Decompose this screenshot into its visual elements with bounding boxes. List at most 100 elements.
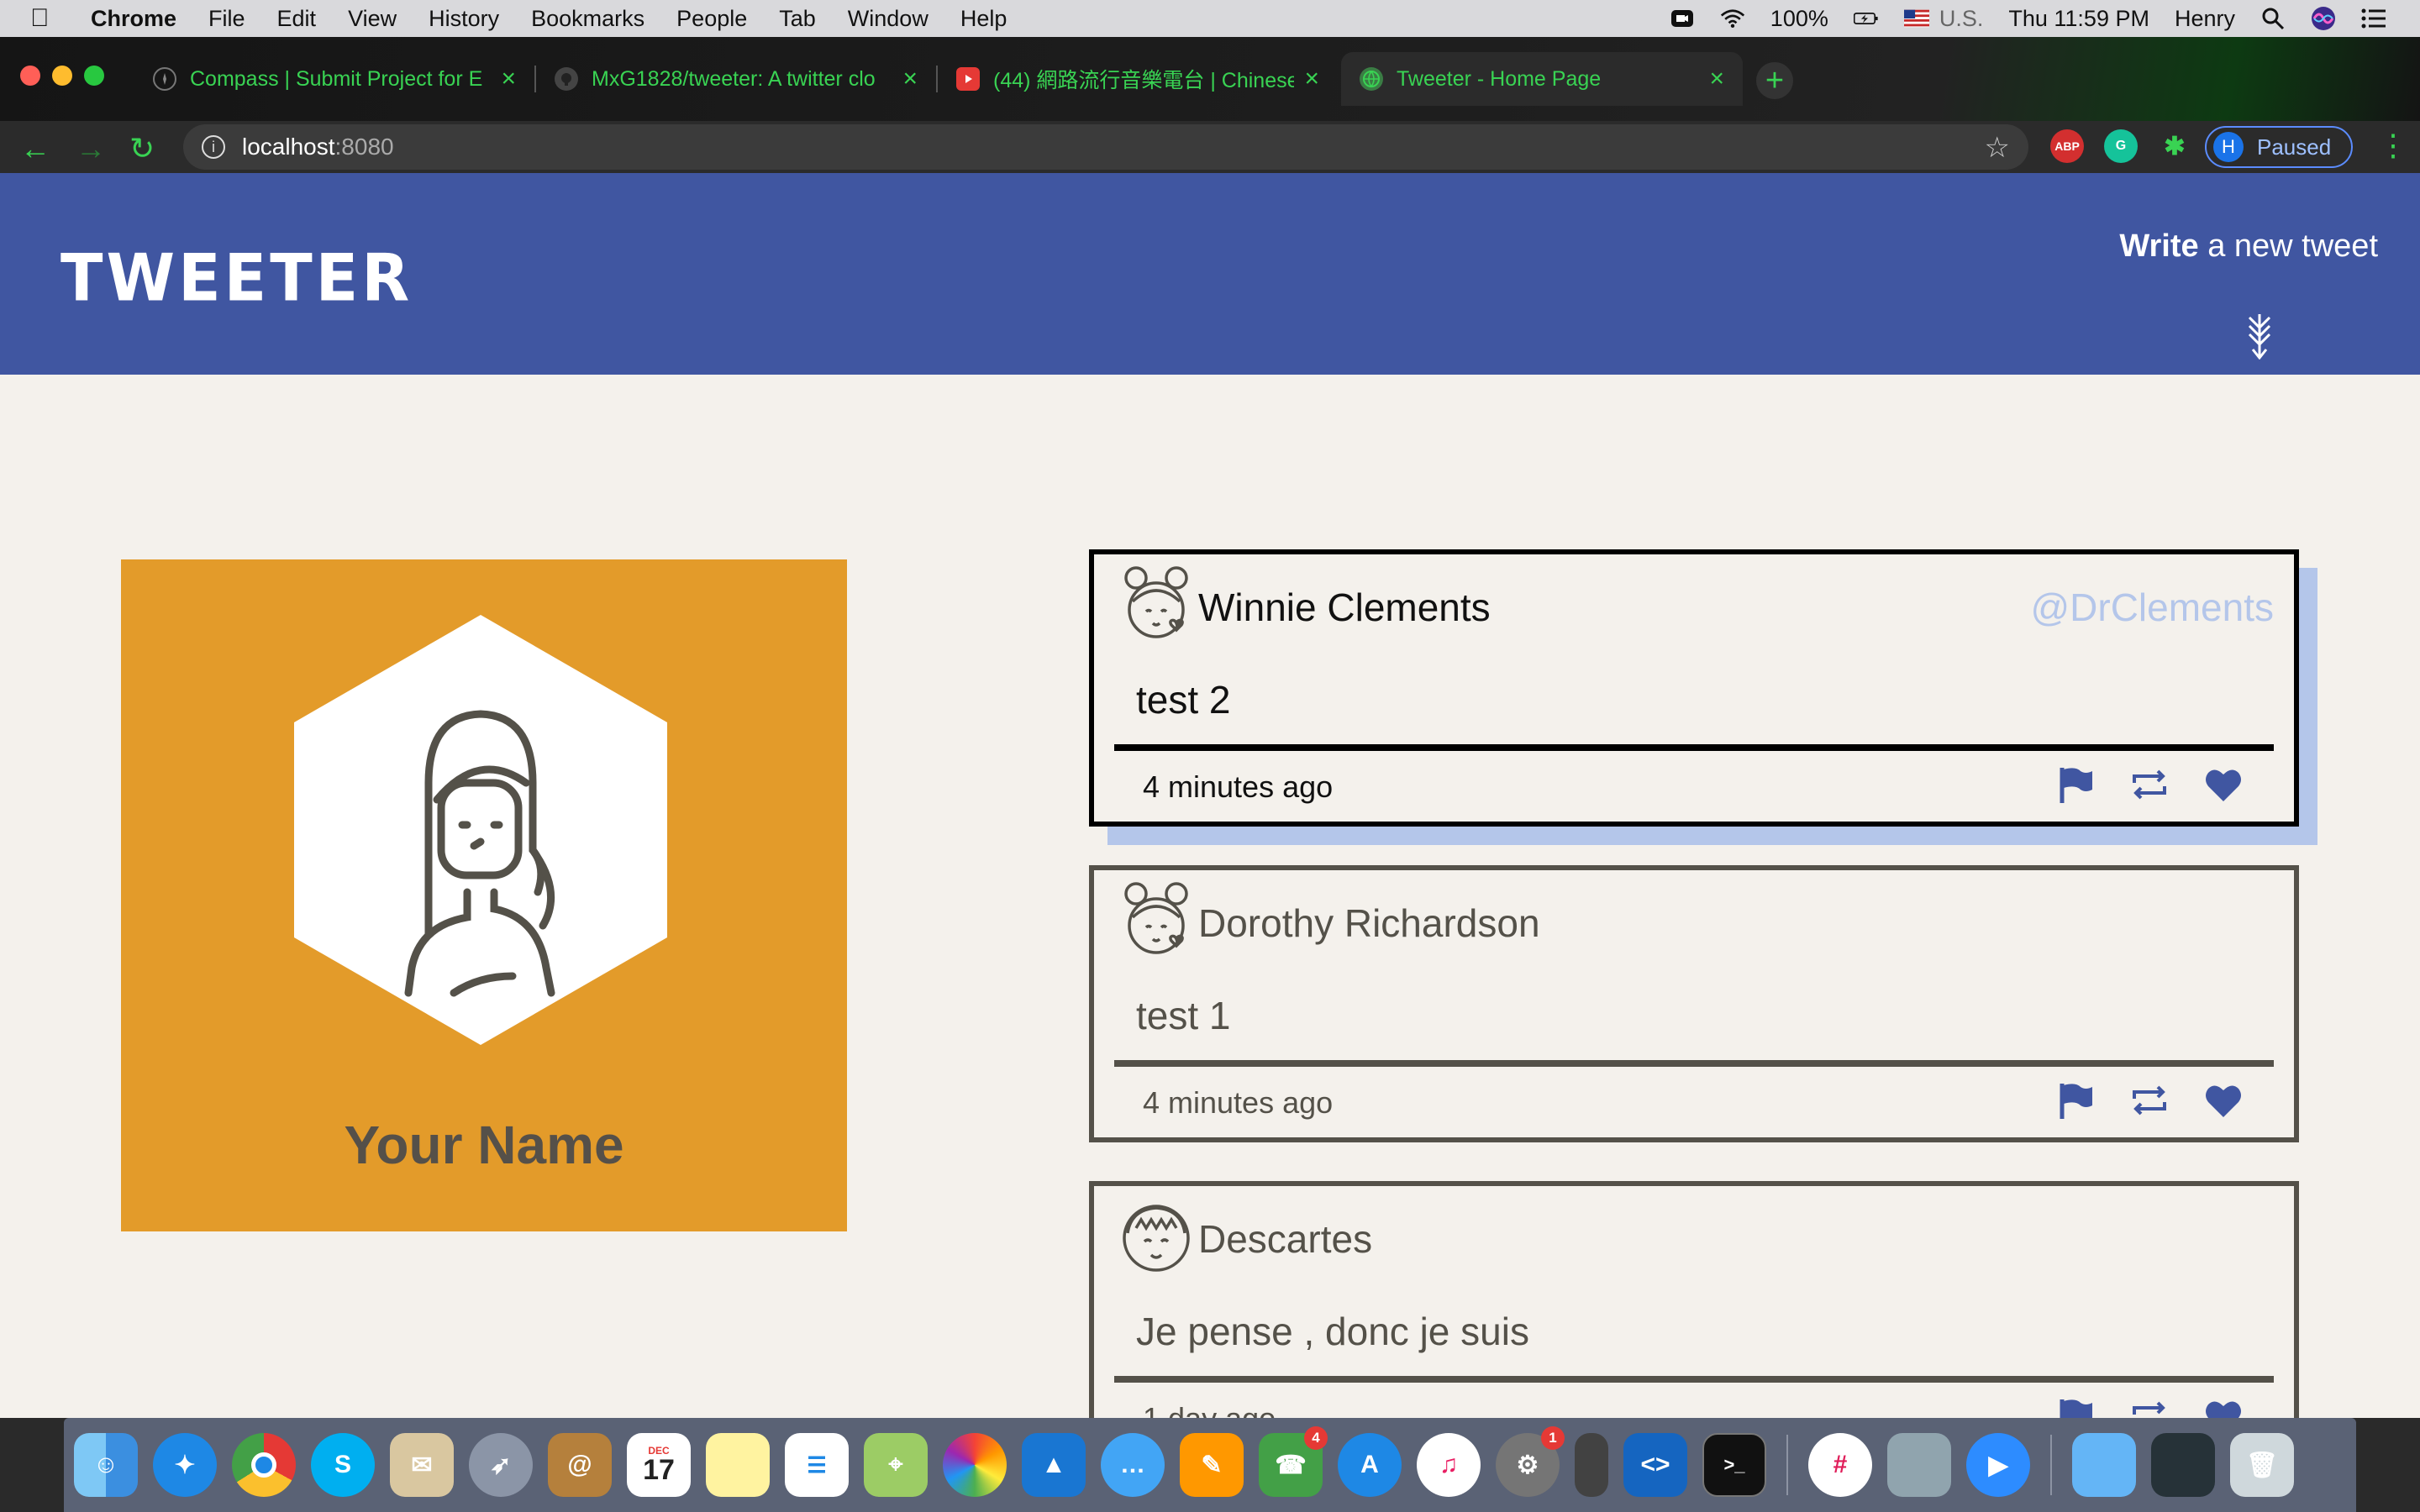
menu-history[interactable]: History [429,6,499,32]
double-chevron-down-arrow-icon[interactable] [2245,312,2274,360]
retweet-icon[interactable] [2129,764,2170,805]
wifi-icon[interactable] [1720,6,1745,31]
tweet-card[interactable]: Winnie Clements @DrClements test 2 4 min… [1089,549,2299,827]
dock-finder-icon[interactable]: ☺ [74,1433,138,1497]
dock-itunes-icon[interactable]: ♫ [1417,1433,1481,1497]
close-tab-icon[interactable]: × [501,65,516,93]
retweet-icon[interactable] [2129,1396,2170,1418]
menu-view[interactable]: View [348,6,397,32]
site-brand[interactable]: TWEETER [60,240,413,316]
dock-screenshots-stack-icon[interactable] [2151,1433,2215,1497]
menu-user[interactable]: Henry [2175,6,2235,32]
menu-people[interactable]: People [676,6,747,32]
tweet-author-name: Dorothy Richardson [1198,901,1540,945]
youtube-favicon-icon [956,67,980,91]
dock-calendar-icon[interactable]: DEC 17 [627,1433,691,1497]
profile-paused-button[interactable]: H Paused [2205,126,2353,168]
minimize-window-button[interactable] [52,66,72,86]
dock-messages-icon[interactable]: … [1101,1433,1165,1497]
dock-chrome-icon[interactable] [232,1433,296,1497]
dock-maps-icon[interactable]: ⌖ [864,1433,928,1497]
macos-dock: ☺ ✦ S ✉ ➶ @ DEC 17 ☰ ⌖ ▲ … ✎ ☎ 4 A ♫ ⚙ 1 <>… [64,1418,2356,1512]
menu-file[interactable]: File [208,6,245,32]
tab-tweeter-active[interactable]: Tweeter - Home Page × [1341,52,1743,106]
tab-youtube[interactable]: (44) 網路流行音樂電台 | Chinese × [938,52,1338,106]
tweet-card[interactable]: Dorothy Richardson test 1 4 minutes ago [1089,865,2299,1142]
menu-help[interactable]: Help [960,6,1007,32]
menu-bookmarks[interactable]: Bookmarks [531,6,644,32]
tab-title: MxG1828/tweeter: A twitter clo [592,66,876,91]
dock-contacts-icon[interactable]: @ [548,1433,612,1497]
chrome-menu-icon[interactable]: ⋮ [2378,128,2408,163]
dock-trash-icon[interactable]: 🗑 [2230,1433,2294,1497]
dock-preview-icon[interactable] [1887,1433,1951,1497]
menu-window[interactable]: Window [848,6,929,32]
tweet-author-name: Descartes [1198,1217,1373,1261]
spotlight-search-icon[interactable] [2260,6,2286,31]
user-avatar-icon [1124,566,1188,638]
grammarly-extension-icon[interactable]: G [2104,129,2138,163]
close-tab-icon[interactable]: × [1709,65,1724,93]
dock-slack-icon[interactable]: # [1808,1433,1872,1497]
dock-zoom-icon[interactable]: ▶ [1966,1433,2030,1497]
dock-facetime-icon[interactable]: ☎ 4 [1259,1426,1328,1497]
menu-edit[interactable]: Edit [277,6,317,32]
tab-github[interactable]: MxG1828/tweeter: A twitter clo × [536,52,938,106]
url-host: localhost [242,134,335,160]
bookmark-star-icon[interactable]: ☆ [1985,131,2010,165]
extensions-puzzle-icon[interactable]: ✱ [2158,129,2191,163]
site-info-icon[interactable]: i [202,135,225,159]
browser-toolbar: ← → ↻ i localhost:8080 ☆ ABP G ✱ H Pause… [0,121,2420,173]
tweet-card[interactable]: Descartes Je pense , donc je suis 1 day … [1089,1181,2299,1418]
dock-keynote-icon[interactable]: ▲ [1022,1433,1086,1497]
close-window-button[interactable] [20,66,40,86]
retweet-icon[interactable] [2129,1080,2170,1121]
window-controls [20,66,104,86]
dock-launchpad-icon[interactable]: ➶ [469,1433,533,1497]
heart-like-icon[interactable] [2203,1080,2244,1121]
menu-clock[interactable]: Thu 11:59 PM [2008,6,2149,32]
input-source-label[interactable]: U.S. [1939,6,1984,32]
tweet-actions [2055,1396,2244,1418]
tweet-divider [1114,1060,2274,1067]
back-arrow-icon[interactable]: ← [20,131,50,166]
compose-toggle-link[interactable]: Write a new tweet [2119,228,2378,265]
heart-like-icon[interactable] [2203,1396,2244,1418]
zoom-window-button[interactable] [84,66,104,86]
flag-icon[interactable] [2055,1080,2096,1121]
tweet-timestamp: 4 minutes ago [1143,769,1334,804]
new-tab-button[interactable]: + [1756,62,1793,99]
apple-menu-icon[interactable]:  [30,4,67,33]
dock-notes-icon[interactable] [706,1433,770,1497]
dock-terminal-icon[interactable]: >_ [1702,1433,1766,1497]
menu-app-name[interactable]: Chrome [91,6,176,32]
tweet-actions [2055,764,2244,805]
forward-arrow-icon[interactable]: → [76,131,106,166]
dock-pages-icon[interactable]: ✎ [1180,1433,1244,1497]
flag-icon[interactable] [2055,764,2096,805]
reload-icon[interactable]: ↻ [129,131,155,166]
dock-skype-icon[interactable]: S [311,1433,375,1497]
flag-icon[interactable] [2055,1396,2096,1418]
dock-downloads-folder-icon[interactable] [2072,1433,2136,1497]
address-bar[interactable]: i localhost:8080 ☆ [183,124,2028,170]
heart-like-icon[interactable] [2203,764,2244,805]
dock-photos-icon[interactable] [943,1433,1007,1497]
close-tab-icon[interactable]: × [902,65,918,93]
close-tab-icon[interactable]: × [1304,65,1319,93]
dock-system-preferences-icon[interactable]: ⚙ 1 [1496,1426,1565,1497]
video-recording-icon[interactable] [1670,6,1695,31]
tab-compass[interactable]: Compass | Submit Project for E × [134,52,536,106]
dock-vscode-icon[interactable]: <> [1623,1433,1687,1497]
dock-app-store-icon[interactable]: A [1338,1433,1402,1497]
menu-tab[interactable]: Tab [779,6,816,32]
dock-mail-icon[interactable]: ✉ [390,1433,454,1497]
adblock-plus-extension-icon[interactable]: ABP [2050,129,2084,163]
siri-icon[interactable] [2311,6,2336,31]
us-flag-icon[interactable] [1903,6,1929,31]
dock-safari-icon[interactable]: ✦ [153,1433,217,1497]
dock-reminders-icon[interactable]: ☰ [785,1433,849,1497]
battery-charging-icon[interactable] [1853,6,1879,31]
notification-center-icon[interactable] [2361,6,2386,31]
dock-calculator-icon[interactable] [1575,1433,1608,1497]
